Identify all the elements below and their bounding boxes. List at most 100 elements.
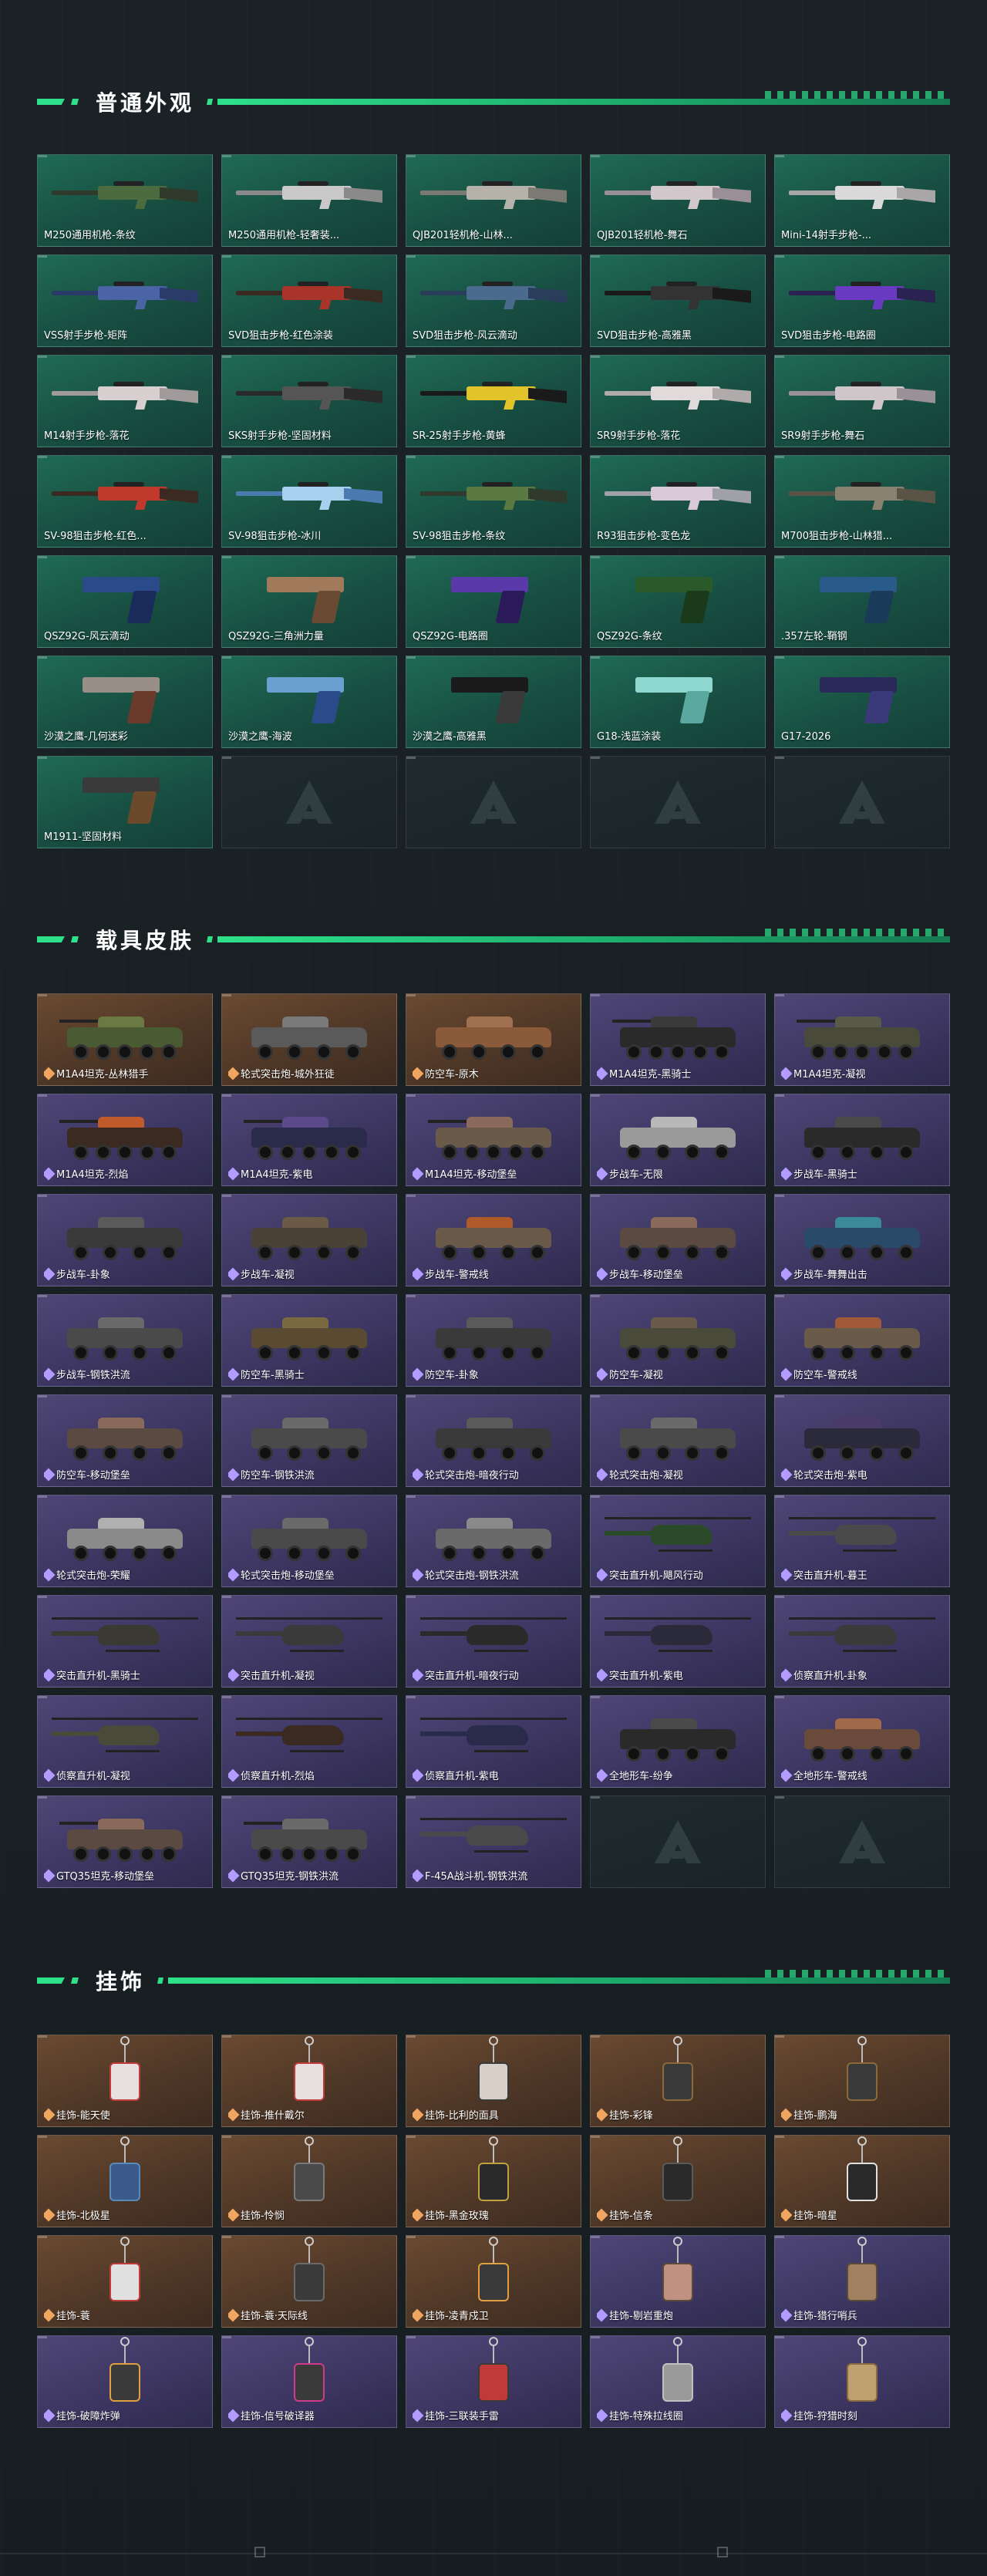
item-card[interactable]: SV-98狙击步枪-条纹 xyxy=(406,455,581,548)
item-card[interactable]: QJB201轻机枪-山林... xyxy=(406,154,581,247)
item-card[interactable]: SVD狙击步枪-电路圈 xyxy=(774,255,950,347)
item-card[interactable]: M1A4坦克-凝视 xyxy=(774,993,950,1086)
item-card[interactable]: M1A4坦克-黑骑士 xyxy=(590,993,766,1086)
item-card[interactable]: 挂饰-蓑·天际线 xyxy=(221,2235,397,2328)
item-card[interactable]: 突击直升机-黑骑士 xyxy=(37,1595,213,1688)
item-card[interactable]: 步战车-卦象 xyxy=(37,1194,213,1286)
item-card[interactable]: 轮式突击炮-暗夜行动 xyxy=(406,1394,581,1487)
item-card[interactable]: 挂饰-猎行哨兵 xyxy=(774,2235,950,2328)
item-card[interactable]: SVD狙击步枪-红色涂装 xyxy=(221,255,397,347)
item-card[interactable]: R93狙击步枪-变色龙 xyxy=(590,455,766,548)
item-card[interactable]: 步战车-钢铁洪流 xyxy=(37,1294,213,1387)
item-card[interactable]: 挂饰-信条 xyxy=(590,2135,766,2227)
item-card[interactable]: 挂饰-彩锋 xyxy=(590,2035,766,2127)
item-card[interactable]: M250通用机枪-条纹 xyxy=(37,154,213,247)
item-card[interactable]: G17-2026 xyxy=(774,656,950,748)
item-card[interactable]: 挂饰-狩猎时刻 xyxy=(774,2335,950,2428)
item-card[interactable]: 沙漠之鹰-高雅黑 xyxy=(406,656,581,748)
item-card[interactable]: 突击直升机-紫电 xyxy=(590,1595,766,1688)
item-card[interactable]: 步战车-移动堡垒 xyxy=(590,1194,766,1286)
item-card[interactable]: 全地形车-纷争 xyxy=(590,1695,766,1788)
item-card[interactable]: 防空车-黑骑士 xyxy=(221,1294,397,1387)
item-card[interactable]: 轮式突击炮-荣耀 xyxy=(37,1495,213,1587)
item-card[interactable]: 沙漠之鹰-海波 xyxy=(221,656,397,748)
item-card[interactable]: 挂饰-能天使 xyxy=(37,2035,213,2127)
card-corner xyxy=(222,1796,231,1799)
item-card[interactable]: 步战车-警戒线 xyxy=(406,1194,581,1286)
item-card[interactable]: 突击直升机-飓风行动 xyxy=(590,1495,766,1587)
item-card[interactable]: 防空车-原木 xyxy=(406,993,581,1086)
item-card[interactable]: 挂饰-暗星 xyxy=(774,2135,950,2227)
item-card[interactable]: 防空车-警戒线 xyxy=(774,1294,950,1387)
item-card[interactable]: SVD狙击步枪-高雅黑 xyxy=(590,255,766,347)
item-card[interactable]: 挂饰-蓑 xyxy=(37,2235,213,2328)
item-card[interactable]: 挂饰-推什戴尔 xyxy=(221,2035,397,2127)
item-card[interactable]: SR9射手步枪-落花 xyxy=(590,355,766,447)
item-card[interactable]: 防空车-卦象 xyxy=(406,1294,581,1387)
item-card[interactable]: M1911-坚固材料 xyxy=(37,756,213,848)
rarity-diamond-icon xyxy=(228,1668,240,1681)
item-card[interactable]: QSZ92G-风云滴动 xyxy=(37,555,213,648)
item-card[interactable]: G18-浅蓝涂装 xyxy=(590,656,766,748)
item-card[interactable]: 轮式突击炮-紫电 xyxy=(774,1394,950,1487)
item-card[interactable]: SV-98狙击步枪-红色... xyxy=(37,455,213,548)
item-card[interactable]: SR9射手步枪-舞石 xyxy=(774,355,950,447)
card-corner xyxy=(591,1495,600,1498)
item-card[interactable]: M1A4坦克-烈焰 xyxy=(37,1094,213,1186)
item-card[interactable]: 全地形车-警戒线 xyxy=(774,1695,950,1788)
item-card[interactable]: GTQ35坦克-钢铁洪流 xyxy=(221,1795,397,1888)
item-card[interactable]: 侦察直升机-凝视 xyxy=(37,1695,213,1788)
item-card[interactable]: VSS射手步枪-矩阵 xyxy=(37,255,213,347)
item-card[interactable]: 挂饰-怜悯 xyxy=(221,2135,397,2227)
item-name: 侦察直升机-卦象 xyxy=(793,1671,867,1682)
item-name: 轮式突击炮-凝视 xyxy=(609,1470,683,1482)
item-card[interactable]: 轮式突击炮-移动堡垒 xyxy=(221,1495,397,1587)
item-card[interactable]: 步战车-黑骑士 xyxy=(774,1094,950,1186)
item-card[interactable]: M700狙击步枪-山林猎... xyxy=(774,455,950,548)
item-card[interactable]: SR-25射手步枪-黄蜂 xyxy=(406,355,581,447)
item-card[interactable]: 轮式突击炮-钢铁洪流 xyxy=(406,1495,581,1587)
item-card[interactable]: 挂饰-特殊拉线圈 xyxy=(590,2335,766,2428)
item-card[interactable]: 步战车-舞舞出击 xyxy=(774,1194,950,1286)
item-card[interactable]: 侦察直升机-烈焰 xyxy=(221,1695,397,1788)
item-card[interactable]: GTQ35坦克-移动堡垒 xyxy=(37,1795,213,1888)
item-card[interactable]: 挂饰-比利的面具 xyxy=(406,2035,581,2127)
item-card[interactable]: SVD狙击步枪-风云滴动 xyxy=(406,255,581,347)
item-card[interactable]: M250通用机枪-轻奢装... xyxy=(221,154,397,247)
item-card[interactable]: 挂饰-破障炸弹 xyxy=(37,2335,213,2428)
item-card[interactable]: 挂饰-北极星 xyxy=(37,2135,213,2227)
item-card[interactable]: .357左轮-鞘钢 xyxy=(774,555,950,648)
item-card[interactable]: M14射手步枪-落花 xyxy=(37,355,213,447)
item-card[interactable]: M1A4坦克-紫电 xyxy=(221,1094,397,1186)
item-card[interactable]: SKS射手步枪-坚固材料 xyxy=(221,355,397,447)
item-card[interactable]: 突击直升机-暗夜行动 xyxy=(406,1595,581,1688)
item-card[interactable]: Mini-14射手步枪-... xyxy=(774,154,950,247)
item-card[interactable]: 挂饰-剔岩重炮 xyxy=(590,2235,766,2328)
item-card[interactable]: 步战车-凝视 xyxy=(221,1194,397,1286)
item-card[interactable]: 挂饰-凌青戍卫 xyxy=(406,2235,581,2328)
item-card[interactable]: 侦察直升机-卦象 xyxy=(774,1595,950,1688)
rarity-diamond-icon xyxy=(597,1468,608,1481)
item-card[interactable]: 步战车-无限 xyxy=(590,1094,766,1186)
item-card[interactable]: 防空车-凝视 xyxy=(590,1294,766,1387)
item-card[interactable]: 挂饰-鹏海 xyxy=(774,2035,950,2127)
item-card[interactable]: QSZ92G-三角洲力量 xyxy=(221,555,397,648)
item-card[interactable]: F-45A战斗机-钢铁洪流 xyxy=(406,1795,581,1888)
item-card[interactable]: M1A4坦克-移动堡垒 xyxy=(406,1094,581,1186)
item-card[interactable]: QSZ92G-条纹 xyxy=(590,555,766,648)
item-card[interactable]: 侦察直升机-紫电 xyxy=(406,1695,581,1788)
item-card[interactable]: SV-98狙击步枪-冰川 xyxy=(221,455,397,548)
item-card[interactable]: 防空车-移动堡垒 xyxy=(37,1394,213,1487)
item-card[interactable]: M1A4坦克-丛林猎手 xyxy=(37,993,213,1086)
item-card[interactable]: 挂饰-三联装手雷 xyxy=(406,2335,581,2428)
item-card[interactable]: QSZ92G-电路圈 xyxy=(406,555,581,648)
item-card[interactable]: 轮式突击炮-凝视 xyxy=(590,1394,766,1487)
item-card[interactable]: 轮式突击炮-城外狂徒 xyxy=(221,993,397,1086)
item-card[interactable]: 沙漠之鹰-几何迷彩 xyxy=(37,656,213,748)
item-card[interactable]: QJB201轻机枪-舞石 xyxy=(590,154,766,247)
item-card[interactable]: 突击直升机-暮王 xyxy=(774,1495,950,1587)
item-card[interactable]: 挂饰-黑金玫瑰 xyxy=(406,2135,581,2227)
item-card[interactable]: 突击直升机-凝视 xyxy=(221,1595,397,1688)
item-card[interactable]: 挂饰-信号破译器 xyxy=(221,2335,397,2428)
item-card[interactable]: 防空车-钢铁洪流 xyxy=(221,1394,397,1487)
